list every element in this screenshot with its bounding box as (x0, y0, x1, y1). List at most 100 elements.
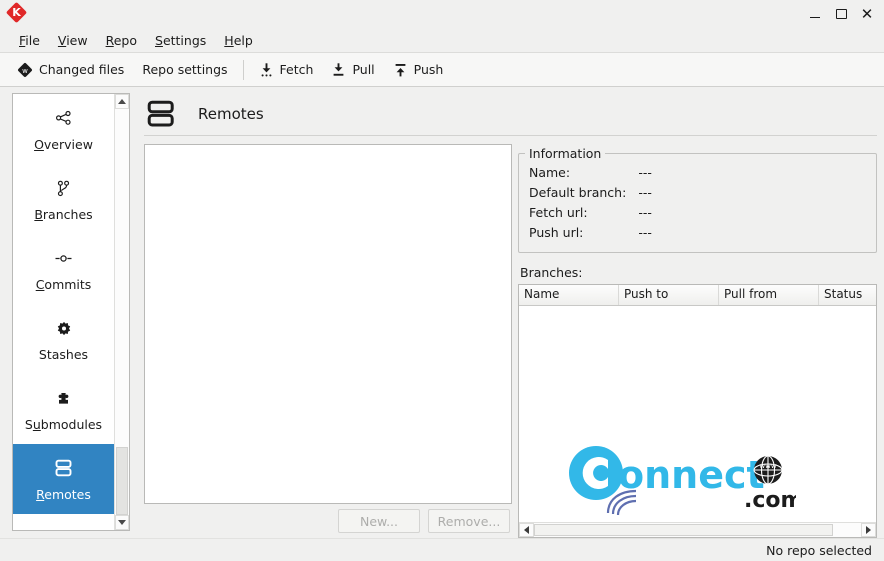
gear-icon (56, 317, 72, 337)
menu-file[interactable]: File (10, 31, 49, 50)
pull-icon (331, 62, 346, 78)
branches-table-body[interactable] (519, 306, 876, 522)
sidebar-item-submodules[interactable]: Submodules (13, 374, 114, 444)
sidebar-item-branches[interactable]: Branches (13, 164, 114, 234)
sidebar-item-stashes[interactable]: Stashes (13, 304, 114, 374)
sidebar-item-branches-label: Branches (34, 206, 93, 222)
remotes-stack-icon (54, 457, 73, 477)
info-value-fetch-url: --- (638, 204, 652, 220)
main-body: Overview Branches Commits Stashes Submod… (0, 87, 884, 538)
column-header-status[interactable]: Status (819, 285, 876, 305)
info-label-push-url: Push url: (529, 224, 584, 240)
changed-files-icon: w (17, 62, 33, 78)
close-button[interactable]: ✕ (854, 1, 880, 27)
remotes-button-row: New... Remove... (144, 504, 512, 538)
sidebar-scroll-thumb[interactable] (116, 447, 128, 515)
info-label-default-branch: Default branch: (529, 184, 627, 200)
branch-icon (55, 177, 72, 197)
minimize-button[interactable] (802, 1, 828, 27)
information-table: Name: --- Default branch: --- Fetch url:… (529, 162, 652, 242)
page-remotes-stack-icon (146, 99, 176, 129)
remotes-list[interactable] (144, 144, 512, 504)
menu-repo[interactable]: Repo (97, 31, 146, 50)
information-group: Information Name: --- Default branch: --… (518, 146, 877, 253)
scroll-left-arrow-icon[interactable] (519, 523, 534, 537)
sidebar-item-overview[interactable]: Overview (13, 94, 114, 164)
title-bar: K ✕ (0, 0, 884, 28)
info-value-name: --- (638, 164, 652, 180)
fetch-button[interactable]: Fetch (250, 59, 323, 81)
page-title: Remotes (198, 105, 264, 123)
push-icon (393, 62, 408, 78)
information-title: Information (525, 146, 606, 161)
status-bar: No repo selected (0, 538, 884, 561)
sidebar-item-submodules-label: Submodules (24, 416, 103, 432)
sidebar-item-commits[interactable]: Commits (13, 234, 114, 304)
pull-button[interactable]: Pull (322, 59, 383, 81)
menu-bar: File View Repo Settings Help (0, 28, 884, 53)
menu-settings[interactable]: Settings (146, 31, 215, 50)
new-remote-button[interactable]: New... (338, 509, 420, 533)
page-header: Remotes (144, 93, 877, 135)
info-row-name: Name: --- (529, 162, 652, 182)
repo-settings-button[interactable]: Repo settings (133, 59, 236, 80)
fetch-icon (259, 62, 274, 78)
push-button[interactable]: Push (384, 59, 453, 81)
info-label-name: Name: (529, 164, 571, 180)
repo-settings-label: Repo settings (142, 62, 228, 77)
column-header-pull-from[interactable]: Pull from (719, 285, 819, 305)
content-area: Remotes New... Remove... Information Nam… (130, 93, 877, 538)
changed-files-button[interactable]: w Changed files (8, 59, 133, 81)
scroll-up-arrow-icon[interactable] (115, 94, 129, 109)
remotes-pane: New... Remove... (144, 144, 512, 538)
info-row-push-url: Push url: --- (529, 222, 652, 242)
sidebar-item-remotes-label: Remotes (36, 486, 91, 502)
sidebar-vertical-scrollbar[interactable] (114, 94, 129, 530)
pull-label: Pull (352, 62, 375, 77)
branches-table-header: Name Push to Pull from Status (519, 285, 876, 306)
commit-node-icon (54, 247, 73, 267)
branches-scroll-track[interactable] (534, 523, 861, 537)
panes-row: New... Remove... Information Name: --- D… (144, 144, 877, 538)
info-row-fetch-url: Fetch url: --- (529, 202, 652, 222)
info-label-fetch-url: Fetch url: (529, 204, 588, 220)
sidebar-item-stashes-label: Stashes (38, 346, 89, 362)
fetch-label: Fetch (279, 62, 314, 77)
toolbar-separator-1 (242, 59, 244, 80)
puzzle-piece-icon (55, 387, 72, 407)
sidebar-scroll-track[interactable] (115, 109, 129, 515)
scroll-down-arrow-icon[interactable] (115, 515, 129, 530)
scroll-right-arrow-icon[interactable] (861, 523, 876, 537)
branches-table: Name Push to Pull from Status (518, 284, 877, 538)
column-header-name[interactable]: Name (519, 285, 619, 305)
main-toolbar: w Changed files Repo settings Fetch Pull… (0, 53, 884, 87)
branches-scroll-thumb[interactable] (534, 524, 833, 536)
info-value-push-url: --- (638, 224, 652, 240)
info-row-default-branch: Default branch: --- (529, 182, 652, 202)
status-text: No repo selected (766, 542, 872, 558)
menu-help[interactable]: Help (215, 31, 262, 50)
branches-label: Branches: (520, 265, 583, 280)
app-logo-icon: K (5, 1, 30, 26)
branches-horizontal-scrollbar[interactable] (519, 522, 876, 537)
sidebar-item-remotes[interactable]: Remotes (13, 444, 114, 514)
remove-remote-button[interactable]: Remove... (428, 509, 510, 533)
info-value-default-branch: --- (638, 184, 652, 200)
sidebar-item-commits-label: Commits (35, 276, 92, 292)
column-header-push-to[interactable]: Push to (619, 285, 719, 305)
window-controls: ✕ (802, 0, 880, 28)
new-remote-label: New... (359, 513, 399, 529)
remove-remote-label: Remove... (437, 513, 501, 529)
share-nodes-icon (55, 107, 72, 127)
maximize-button[interactable] (828, 1, 854, 27)
sidebar-list: Overview Branches Commits Stashes Submod… (13, 94, 114, 530)
push-label: Push (413, 62, 444, 77)
menu-view[interactable]: View (49, 31, 97, 50)
sidebar: Overview Branches Commits Stashes Submod… (12, 93, 130, 531)
changed-files-label: Changed files (39, 62, 125, 77)
header-divider (144, 135, 877, 136)
application-window: K ✕ File View Repo Settings Help w Chang… (0, 0, 884, 561)
details-pane: Information Name: --- Default branch: --… (518, 144, 877, 538)
svg-text:w: w (22, 67, 28, 75)
sidebar-item-overview-label: Overview (34, 136, 93, 152)
